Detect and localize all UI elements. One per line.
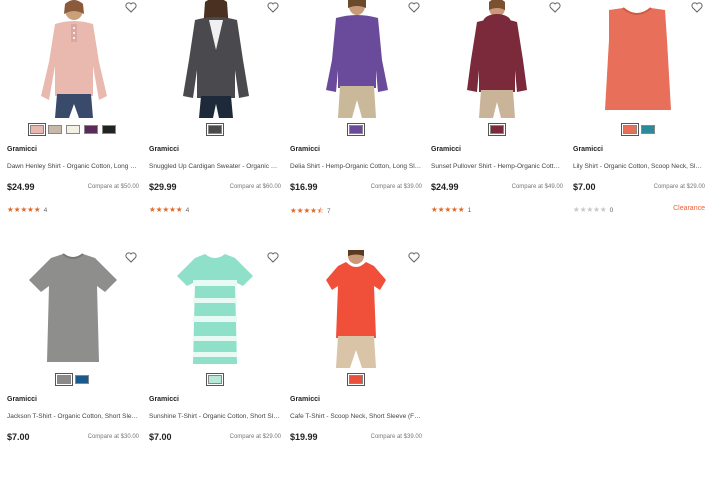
product-name[interactable]: Sunshine T-Shirt - Organic Cotton, Short… — [149, 413, 281, 420]
product-image[interactable] — [7, 0, 139, 118]
product-name[interactable]: Dawn Henley Shirt - Organic Cotton, Long… — [7, 163, 139, 170]
product-name[interactable]: Jackson T-Shirt - Organic Cotton, Short … — [7, 413, 139, 420]
review-count: 4 — [185, 207, 190, 214]
product-brand: Gramicci — [149, 146, 179, 153]
compare-price: Compare at $30.00 — [87, 434, 139, 440]
compare-price: Compare at $49.00 — [511, 184, 563, 190]
color-swatch[interactable] — [347, 373, 365, 386]
color-swatch[interactable] — [48, 125, 62, 134]
compare-price: Compare at $50.00 — [87, 184, 139, 190]
color-swatches — [573, 123, 705, 136]
product-price: $29.99 — [149, 182, 177, 192]
color-swatches — [431, 123, 563, 136]
star-rating-icon: ★★★★⯪ — [290, 206, 324, 215]
compare-price: Compare at $39.00 — [370, 434, 422, 440]
heart-outline-icon[interactable] — [549, 2, 561, 13]
review-count: 4 — [43, 207, 48, 214]
heart-outline-icon[interactable] — [125, 252, 137, 263]
product-price: $7.00 — [573, 182, 596, 192]
product-price: $19.99 — [290, 432, 318, 442]
product-image[interactable] — [149, 0, 281, 118]
review-count: 1 — [467, 207, 472, 214]
color-swatch[interactable] — [66, 125, 80, 134]
color-swatch[interactable] — [55, 373, 73, 386]
product-name[interactable]: Cafe T-Shirt - Scoop Neck, Short Sleeve … — [290, 413, 422, 420]
color-swatch[interactable] — [75, 375, 89, 384]
color-swatch[interactable] — [621, 123, 639, 136]
color-swatch[interactable] — [28, 123, 46, 136]
product-image[interactable] — [290, 0, 422, 118]
color-swatch[interactable] — [347, 123, 365, 136]
product-image[interactable] — [7, 250, 139, 368]
product-card[interactable]: Gramicci Dawn Henley Shirt - Organic Cot… — [7, 0, 139, 230]
product-price: $24.99 — [431, 182, 459, 192]
product-card[interactable]: Gramicci Delia Shirt - Hemp-Organic Cott… — [290, 0, 422, 230]
product-rating[interactable]: ★★★★★ 1 — [431, 205, 471, 214]
heart-outline-icon[interactable] — [267, 2, 279, 13]
product-image[interactable] — [290, 247, 422, 368]
clearance-badge: Clearance — [673, 205, 705, 212]
product-price: $7.00 — [149, 432, 172, 442]
heart-outline-icon[interactable] — [267, 252, 279, 263]
product-brand: Gramicci — [149, 396, 179, 403]
color-swatch[interactable] — [102, 125, 116, 134]
review-count: 7 — [327, 208, 331, 215]
heart-outline-icon[interactable] — [408, 252, 420, 263]
compare-price: Compare at $39.00 — [370, 184, 422, 190]
product-name[interactable]: Delia Shirt - Hemp-Organic Cotton, Long … — [290, 163, 422, 170]
product-rating[interactable]: ★★★★★ 4 — [7, 205, 47, 214]
product-brand: Gramicci — [290, 146, 320, 153]
product-card[interactable]: Gramicci Cafe T-Shirt - Scoop Neck, Shor… — [290, 247, 422, 480]
product-image[interactable] — [431, 0, 563, 118]
color-swatches — [290, 123, 422, 136]
color-swatch[interactable] — [488, 123, 506, 136]
color-swatches — [149, 123, 281, 136]
product-brand: Gramicci — [7, 396, 37, 403]
color-swatch[interactable] — [84, 125, 98, 134]
product-brand: Gramicci — [7, 146, 37, 153]
color-swatch[interactable] — [206, 373, 224, 386]
product-brand: Gramicci — [431, 146, 461, 153]
product-card[interactable]: Gramicci Sunshine T-Shirt - Organic Cott… — [149, 250, 281, 480]
product-brand: Gramicci — [573, 146, 603, 153]
color-swatch[interactable] — [206, 123, 224, 136]
star-rating-icon: ★★★★★ — [7, 205, 41, 214]
color-swatch[interactable] — [641, 125, 655, 134]
star-rating-icon: ★★★★★ — [431, 205, 465, 214]
product-card[interactable]: Gramicci Lily Shirt - Organic Cotton, Sc… — [573, 0, 705, 230]
heart-outline-icon[interactable] — [125, 2, 137, 13]
heart-outline-icon[interactable] — [408, 2, 420, 13]
product-image[interactable] — [149, 250, 281, 368]
product-name[interactable]: Sunset Pullover Shirt - Hemp-Organic Cot… — [431, 163, 563, 170]
product-image[interactable] — [573, 0, 705, 118]
star-rating-icon: ★★★★★ — [573, 205, 607, 214]
color-swatches — [7, 373, 139, 386]
compare-price: Compare at $29.00 — [653, 184, 705, 190]
product-name[interactable]: Lily Shirt - Organic Cotton, Scoop Neck,… — [573, 163, 705, 170]
product-price: $7.00 — [7, 432, 30, 442]
compare-price: Compare at $60.00 — [229, 184, 281, 190]
product-price: $16.99 — [290, 182, 318, 192]
product-rating[interactable]: ★★★★★ 0 — [573, 205, 613, 214]
heart-outline-icon[interactable] — [691, 2, 703, 13]
product-card[interactable]: Gramicci Snuggled Up Cardigan Sweater - … — [149, 0, 281, 230]
product-card[interactable]: Gramicci Jackson T-Shirt - Organic Cotto… — [7, 250, 139, 480]
product-brand: Gramicci — [290, 396, 320, 403]
color-swatches — [290, 373, 422, 386]
color-swatches — [149, 373, 281, 386]
product-rating[interactable]: ★★★★⯪ 7 — [290, 205, 331, 218]
star-rating-icon: ★★★★★ — [149, 205, 183, 214]
color-swatches — [7, 123, 139, 136]
product-card[interactable]: Gramicci Sunset Pullover Shirt - Hemp-Or… — [431, 0, 563, 230]
product-name[interactable]: Snuggled Up Cardigan Sweater - Organic C… — [149, 163, 281, 170]
compare-price: Compare at $29.00 — [229, 434, 281, 440]
product-rating[interactable]: ★★★★★ 4 — [149, 205, 189, 214]
review-count: 0 — [609, 207, 614, 214]
product-price: $24.99 — [7, 182, 35, 192]
